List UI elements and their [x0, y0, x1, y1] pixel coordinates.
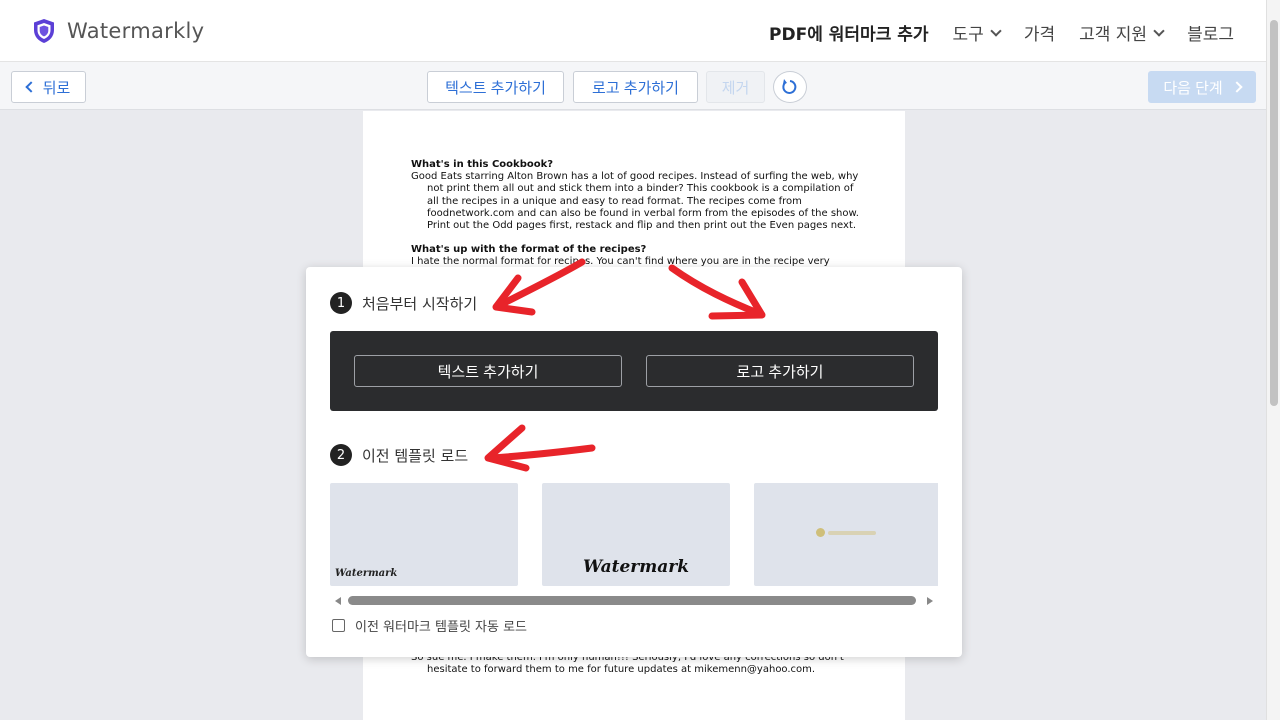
auto-load-option[interactable]: 이전 워터마크 템플릿 자동 로드 [332, 616, 527, 635]
template-logo-watermark [816, 528, 876, 537]
nav-label: PDF에 워터마크 추가 [769, 25, 929, 45]
modal-add-logo-button[interactable]: 로고 추가하기 [646, 355, 914, 387]
doc-heading: What's up with the format of the recipes… [411, 244, 647, 256]
nav-label: 도구 [952, 25, 984, 45]
next-step-button[interactable]: 다음 단계 [1148, 71, 1256, 103]
template-watermark-text: Watermark [583, 557, 689, 577]
document-text: What's in this Cookbook? Good Eats starr… [411, 159, 859, 281]
add-text-button[interactable]: 텍스트 추가하기 [427, 71, 564, 103]
doc-heading: What's in this Cookbook? [411, 159, 554, 170]
step-start-from-scratch: 1 처음부터 시작하기 [330, 292, 477, 314]
nav-label: 고객 지원 [1079, 25, 1148, 45]
auto-load-checkbox[interactable] [332, 619, 345, 632]
main-nav: PDF에 워터마크 추가 도구 가격 고객 지원 블로그 [745, 20, 1234, 45]
logo-mark-icon [816, 528, 825, 537]
template-carousel: Watermark Watermark [330, 483, 938, 586]
step-number-badge: 1 [330, 292, 352, 314]
page-scrollbar[interactable] [1266, 0, 1280, 720]
step-load-template: 2 이전 템플릿 로드 [330, 444, 468, 466]
scrollbar-thumb[interactable] [348, 596, 916, 605]
scroll-right-arrow-icon[interactable] [927, 597, 933, 605]
brand-logo[interactable]: Watermarkly [32, 18, 204, 44]
faded-logo-text-icon [828, 530, 876, 535]
chevron-down-icon [1153, 24, 1165, 37]
nav-label: 블로그 [1187, 25, 1234, 45]
step-title: 처음부터 시작하기 [362, 294, 478, 313]
step-title: 이전 템플릿 로드 [362, 446, 469, 465]
top-header: Watermarkly PDF에 워터마크 추가 도구 가격 고객 지원 블로그 [0, 0, 1280, 62]
start-options-panel: 텍스트 추가하기 로고 추가하기 [330, 331, 938, 411]
chevron-down-icon [990, 24, 1002, 37]
scroll-left-arrow-icon[interactable] [335, 597, 341, 605]
back-button[interactable]: 뒤로 [11, 71, 86, 103]
page-scrollbar-thumb[interactable] [1270, 20, 1278, 406]
add-logo-button[interactable]: 로고 추가하기 [573, 71, 698, 103]
modal-add-text-button[interactable]: 텍스트 추가하기 [354, 355, 622, 387]
reset-button[interactable] [773, 71, 807, 103]
doc-paragraph: Good Eats starring Alton Brown has a lot… [411, 171, 859, 232]
rotate-icon [782, 79, 797, 94]
nav-item-add-watermark-pdf[interactable]: PDF에 워터마크 추가 [769, 20, 929, 45]
nav-item-pricing[interactable]: 가격 [1024, 20, 1055, 45]
editor-toolbar: 뒤로 텍스트 추가하기 로고 추가하기 제거 다음 단계 [0, 62, 1266, 110]
template-thumbnail[interactable] [754, 483, 938, 586]
step-number-badge: 2 [330, 444, 352, 466]
template-thumbnail[interactable]: Watermark [330, 483, 518, 586]
chevron-right-icon [1231, 81, 1243, 93]
shield-icon [34, 19, 54, 43]
remove-button[interactable]: 제거 [706, 71, 765, 103]
template-scrollbar[interactable] [330, 594, 938, 608]
start-dialog: 1 처음부터 시작하기 텍스트 추가하기 로고 추가하기 2 이전 템플릿 로드… [306, 267, 962, 657]
next-label: 다음 단계 [1163, 79, 1223, 97]
nav-item-support[interactable]: 고객 지원 [1079, 20, 1165, 45]
back-label: 뒤로 [42, 79, 71, 97]
template-watermark-text: Watermark [335, 568, 398, 579]
brand-name: Watermarkly [67, 19, 205, 43]
nav-label: 가격 [1023, 25, 1056, 45]
nav-item-blog[interactable]: 블로그 [1187, 20, 1234, 45]
nav-item-tools[interactable]: 도구 [952, 20, 1002, 45]
auto-load-label: 이전 워터마크 템플릿 자동 로드 [355, 620, 528, 635]
chevron-left-icon [25, 81, 37, 93]
template-thumbnail[interactable]: Watermark [542, 483, 730, 586]
